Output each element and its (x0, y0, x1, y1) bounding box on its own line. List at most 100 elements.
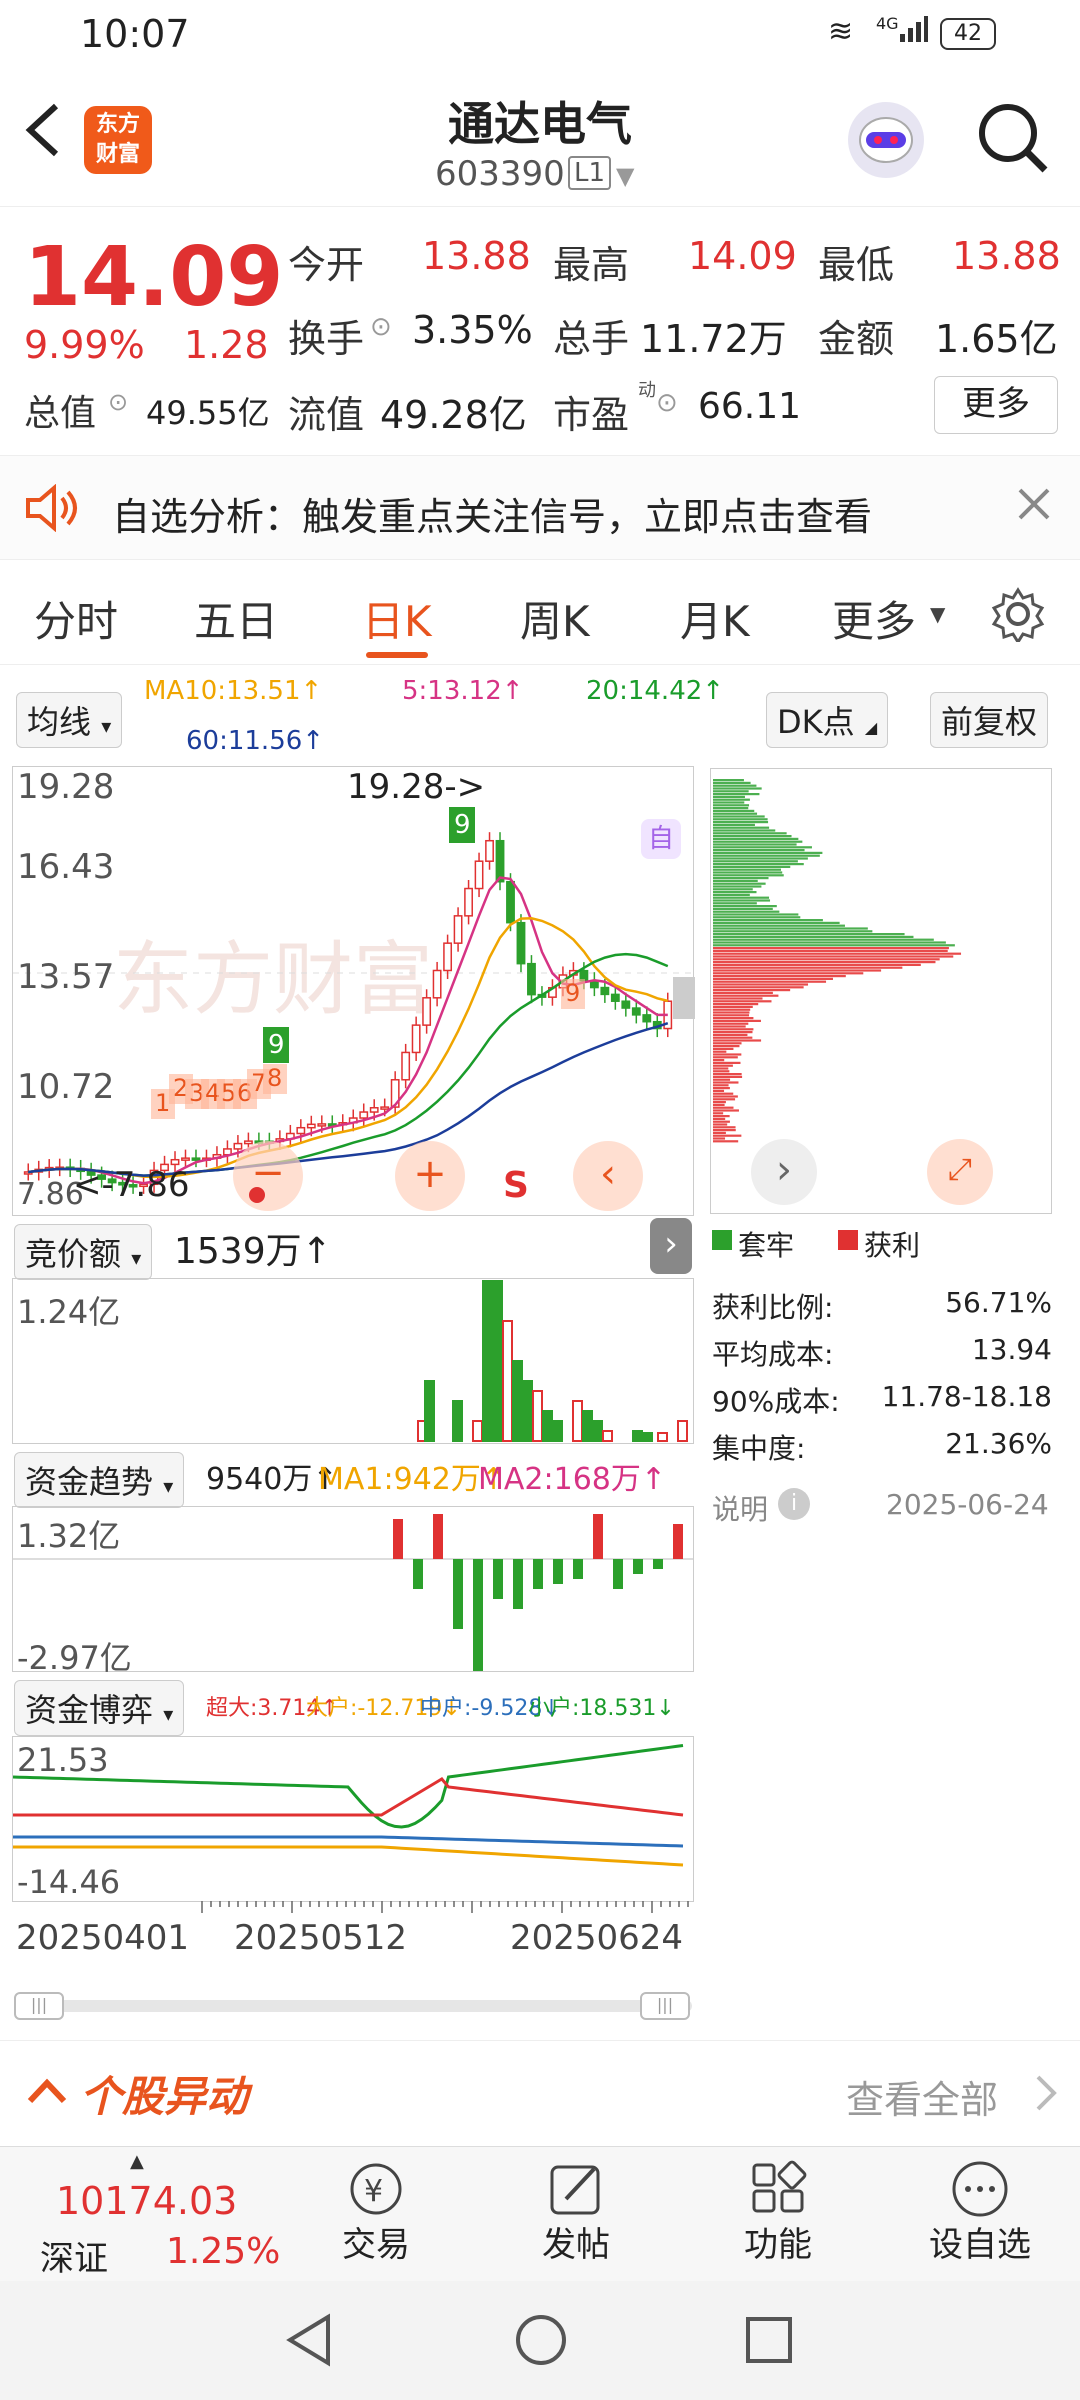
chip-bar (713, 1104, 725, 1106)
self-tag[interactable]: 自 (641, 819, 681, 859)
info-icon[interactable]: ⊙ (370, 312, 392, 342)
tab-daily-k[interactable]: 日K (362, 588, 432, 649)
y-label-4: 10.72 (17, 1067, 114, 1107)
fund-trend-y-bottom: -2.97亿 (17, 1633, 132, 1679)
tab-five-day[interactable]: 五日 (194, 588, 278, 649)
chip-bar (713, 919, 823, 921)
fund-trend-select[interactable]: 资金趋势 ▾ (14, 1452, 184, 1508)
chip-bar (713, 1037, 752, 1039)
fund-trend-bar (573, 1559, 583, 1579)
post-button[interactable]: 发帖 (506, 2157, 646, 2277)
more-button[interactable]: 更多 (934, 376, 1058, 434)
change-amount: 1.28 (184, 323, 269, 367)
add-watchlist-button[interactable]: 设自选 (910, 2157, 1050, 2277)
ma60-value: 60:11.56↑ (186, 726, 324, 756)
chip-bar (713, 880, 758, 882)
auction-bar (533, 1391, 542, 1441)
fund-trend-bar (513, 1559, 523, 1609)
zoom-in-button[interactable]: + (395, 1141, 465, 1211)
chip-bar (713, 1028, 753, 1030)
info-icon[interactable]: ⊙ (656, 388, 678, 418)
chip-bar (713, 1135, 741, 1137)
expand-icon[interactable]: ⤢ (927, 1139, 993, 1205)
chip-bar (713, 874, 784, 876)
chip-bar (713, 860, 798, 862)
analysis-banner[interactable]: 自选分析：触发重点关注信号，立即点击查看 (0, 455, 1080, 560)
chip-bar (713, 955, 953, 957)
assistant-avatar[interactable] (848, 102, 924, 178)
fund-game-small: 小户:18.531↓ (528, 1690, 675, 1722)
view-all-link[interactable]: 查看全部 (846, 2069, 998, 2124)
chip-bar (713, 1065, 733, 1067)
recents-square-icon[interactable] (744, 2315, 794, 2369)
chip-bar (713, 978, 833, 980)
anomaly-section[interactable]: 个股异动 查看全部 (0, 2040, 1080, 2140)
candle-body (171, 1160, 178, 1165)
chip-bar (713, 989, 790, 991)
candle-body (643, 1015, 650, 1022)
chip-note-label[interactable]: 说明 (712, 1488, 768, 1528)
chip-bar (713, 888, 753, 890)
seq-nine-label: 9 (454, 810, 471, 840)
candle-body (318, 1124, 325, 1126)
bottom-nav: ▲ 10174.03 深证 1.25% ¥ 交易 发帖 功能 设自选 (0, 2146, 1080, 2281)
active-dot (249, 1187, 265, 1203)
fund-trend-ma2: MA2:168万↑ (478, 1454, 666, 1498)
fund-game-select[interactable]: 资金博弈 ▾ (14, 1680, 184, 1736)
range-slider[interactable] (14, 2000, 692, 2012)
trade-button[interactable]: ¥ 交易 (306, 2157, 446, 2277)
chip-bar (713, 852, 822, 854)
tab-weekly-k[interactable]: 周K (520, 588, 590, 649)
chip-bar (713, 832, 787, 834)
date-label-start: 20250401 (16, 1918, 189, 1958)
search-icon[interactable] (975, 100, 1051, 180)
ma-select[interactable]: 均线 ▾ (16, 692, 122, 748)
chip-bar (713, 1118, 725, 1120)
chip-bar (713, 941, 946, 943)
tab-monthly-k[interactable]: 月K (680, 588, 750, 649)
low-label: 最低 (818, 234, 894, 289)
low-marker: <-7.86 (73, 1165, 189, 1205)
dk-select[interactable]: DK点 ◢ (766, 692, 888, 748)
home-circle-icon[interactable] (514, 2313, 568, 2371)
chip-next-button[interactable]: › (751, 1139, 817, 1205)
fund-trend-bar (673, 1524, 683, 1559)
chip-bar (713, 1051, 726, 1053)
chip-bar (713, 911, 779, 913)
range-handle-left[interactable]: ||| (14, 1992, 64, 2020)
zoom-out-button[interactable]: − (233, 1141, 303, 1211)
info-icon[interactable]: i (778, 1488, 810, 1520)
close-icon[interactable] (1016, 486, 1052, 526)
candle-body (444, 943, 451, 970)
scroll-left-button[interactable]: ‹ (573, 1141, 643, 1211)
candle-body (601, 988, 608, 995)
candle-body (192, 1158, 199, 1160)
chip-bar (713, 1023, 748, 1025)
gear-icon[interactable] (990, 586, 1046, 646)
dropdown-icon[interactable]: ▼ (616, 162, 634, 190)
back-triangle-icon[interactable] (284, 2313, 334, 2371)
kline-chart[interactable]: 东方财富 12345678999 19.28 16.43 13.57 10.72… (12, 766, 694, 1216)
chevron-up-icon[interactable] (26, 2075, 68, 2109)
fund-game-y-bottom: -14.46 (17, 1863, 120, 1901)
chevron-right-icon[interactable]: › (650, 1218, 692, 1274)
chip-bar (713, 785, 756, 787)
chip-bar (713, 883, 766, 885)
functions-button[interactable]: 功能 (708, 2157, 848, 2277)
chip-bar (713, 1095, 738, 1097)
info-icon[interactable]: ⊙ (108, 388, 128, 416)
fund-trend-bar (413, 1559, 423, 1589)
auction-select[interactable]: 竞价额 ▾ (14, 1224, 152, 1280)
chevron-right-icon[interactable] (1034, 2073, 1058, 2117)
candle-body (454, 916, 461, 943)
status-time: 10:07 (80, 12, 190, 56)
chip-bar (713, 1081, 738, 1083)
range-handle-right[interactable]: ||| (640, 1992, 690, 2020)
adjust-select[interactable]: 前复权 (930, 692, 1048, 748)
chip-distribution-chart[interactable]: › ⤢ (710, 768, 1052, 1214)
pe-superscript: 动 (638, 376, 656, 402)
open-value: 13.88 (422, 234, 531, 278)
index-value[interactable]: 10174.03 (56, 2179, 237, 2223)
tab-more[interactable]: 更多 (832, 588, 916, 649)
tab-minute[interactable]: 分时 (34, 588, 118, 649)
